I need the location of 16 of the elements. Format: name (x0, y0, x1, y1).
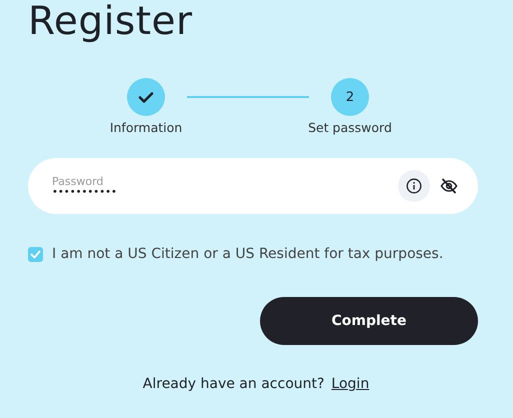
field-label: Password (52, 174, 104, 188)
step-circle: 2 (331, 78, 369, 116)
checkbox-label: I am not a US Citizen or a US Resident for tax purposes. (52, 246, 444, 262)
complete-button[interactable]: Complete (260, 297, 478, 345)
eye-off-icon[interactable] (440, 178, 458, 194)
page-title: Register (28, 0, 194, 41)
checkbox[interactable] (28, 246, 43, 262)
login-link[interactable]: Login (331, 376, 370, 392)
password-field[interactable]: Password ••••••••••• (28, 158, 478, 214)
footer-text: Already have an account? (142, 376, 324, 392)
step-label: Set password (308, 120, 392, 135)
info-button[interactable] (398, 170, 430, 202)
check-icon (138, 90, 154, 104)
field-value: ••••••••••• (52, 188, 118, 198)
step-label: Information (110, 120, 182, 135)
info-icon (406, 178, 422, 194)
